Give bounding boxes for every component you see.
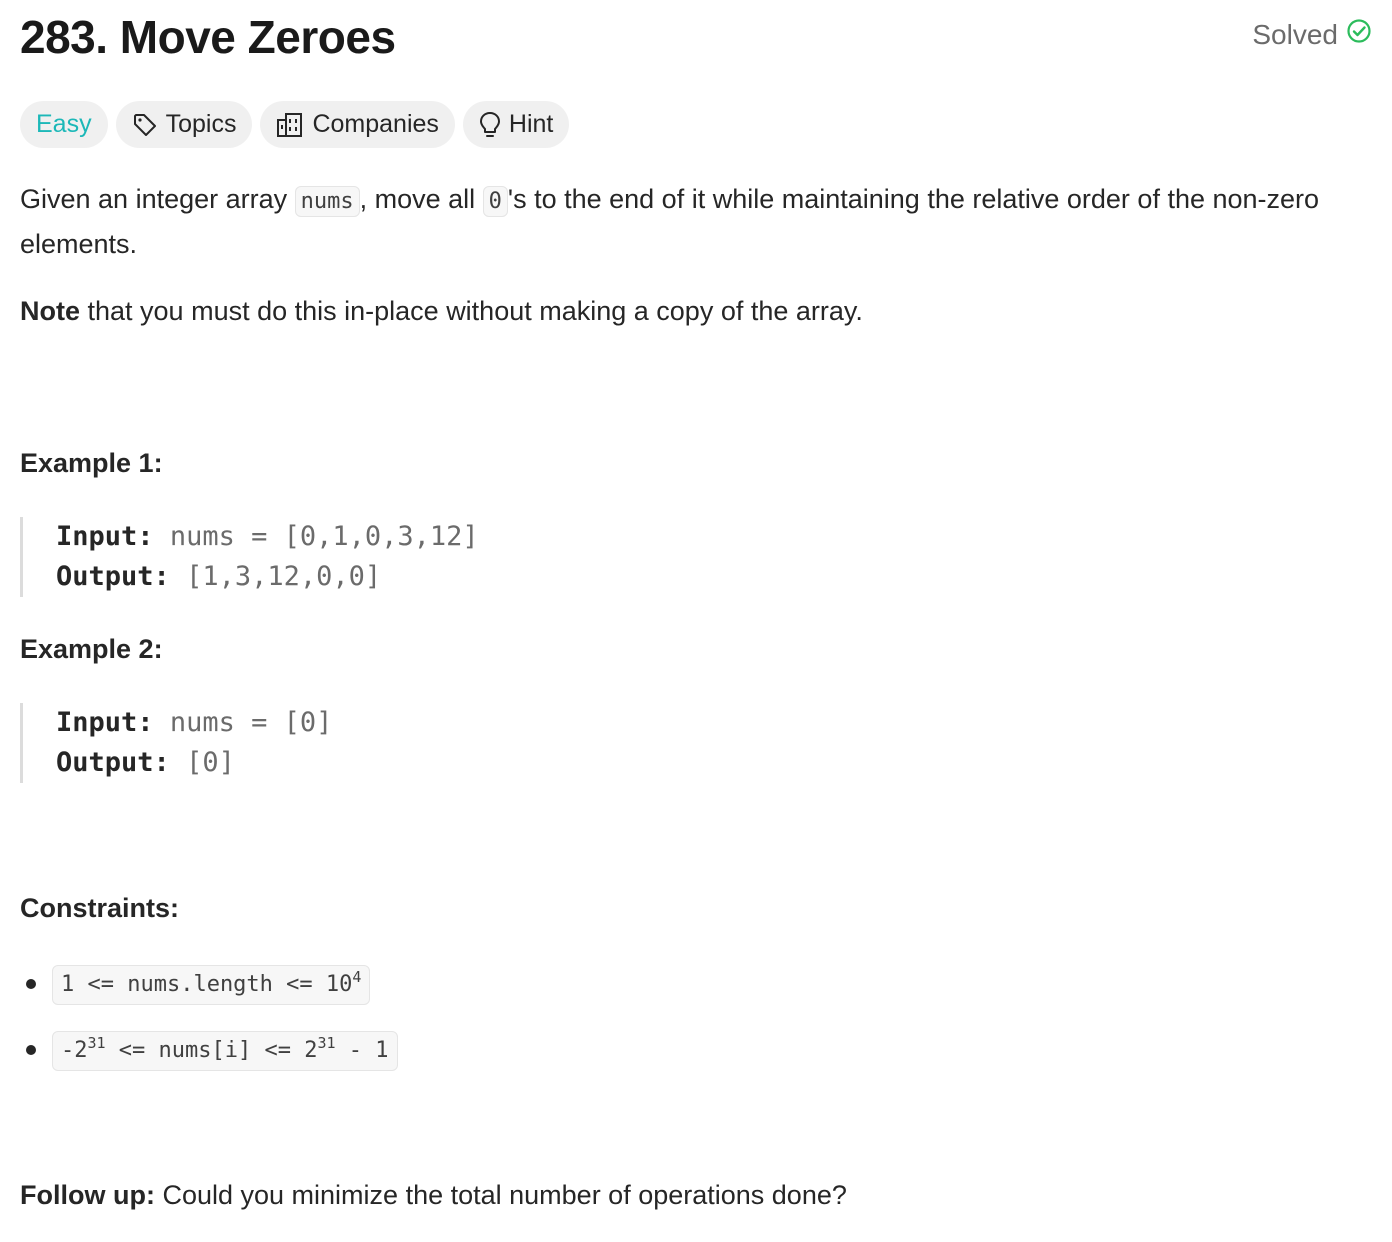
tag-icon <box>132 112 158 138</box>
bullet-icon <box>26 1045 36 1055</box>
input-value: nums = [0,1,0,3,12] <box>169 521 479 552</box>
check-circle-icon <box>1346 18 1372 51</box>
output-label: Output: <box>56 561 170 592</box>
problem-title[interactable]: 283. Move Zeroes <box>20 10 396 64</box>
input-label: Input: <box>56 707 154 738</box>
hint-button[interactable]: Hint <box>462 101 570 148</box>
constraints-heading: Constraints: <box>20 893 180 923</box>
example-2-block: Input: nums = [0] Output: [0] <box>20 703 332 783</box>
difficulty-badge[interactable]: Easy <box>20 101 108 148</box>
building-icon <box>276 112 304 138</box>
hint-label: Hint <box>508 110 554 138</box>
follow-up-text: Could you minimize the total number of o… <box>154 1180 847 1210</box>
input-value: nums = [0] <box>169 707 333 738</box>
title-row: 283. Move Zeroes Solved <box>20 0 1372 80</box>
tag-row: Easy Topics Companies Hint <box>20 101 570 148</box>
constraint-exponent: 31 <box>317 1034 336 1052</box>
bullet-icon <box>26 979 36 989</box>
difficulty-label: Easy <box>36 110 92 138</box>
constraint-text: -2 <box>61 1038 88 1063</box>
problem-statement: Given an integer array nums, move all 0 '… <box>20 178 1372 266</box>
inline-code: nums <box>294 186 360 217</box>
output-value: [0] <box>186 747 235 778</box>
solved-label: Solved <box>1252 18 1338 50</box>
output-value: [1,3,12,0,0] <box>186 561 382 592</box>
statement-text: Given an integer array <box>20 184 295 214</box>
inline-code: 0 <box>482 186 508 217</box>
companies-button[interactable]: Companies <box>260 101 455 148</box>
solved-status: Solved <box>1252 18 1372 51</box>
example-output-line: Output: [1,3,12,0,0] <box>56 557 479 597</box>
lightbulb-icon <box>479 111 501 139</box>
follow-up-paragraph: Follow up: Could you minimize the total … <box>20 1180 847 1211</box>
follow-up-label: Follow up: <box>20 1180 155 1210</box>
problem-description: 283. Move Zeroes Solved Easy Topics Comp… <box>20 0 1372 1210</box>
example-1-block: Input: nums = [0,1,0,3,12] Output: [1,3,… <box>20 517 479 597</box>
note-label: Note <box>20 296 80 326</box>
output-label: Output: <box>56 747 170 778</box>
topics-label: Topics <box>165 110 237 138</box>
companies-label: Companies <box>312 110 439 138</box>
note-paragraph: Note that you must do this in-place with… <box>20 296 863 327</box>
input-label: Input: <box>56 521 154 552</box>
constraint-text: 1 <= nums.length <= 10 <box>61 972 353 997</box>
topics-button[interactable]: Topics <box>115 101 253 148</box>
constraint-exponent: 31 <box>87 1034 106 1052</box>
example-input-line: Input: nums = [0] <box>56 703 332 743</box>
constraint-exponent: 4 <box>352 968 362 986</box>
example-2-heading: Example 2: <box>20 634 163 664</box>
example-1-heading: Example 1: <box>20 448 163 478</box>
constraint-code: 1 <= nums.length <= 104 <box>52 965 371 1005</box>
constraint-code: -231 <= nums[i] <= 231 - 1 <box>52 1031 398 1071</box>
note-text: that you must do this in-place without m… <box>80 296 863 326</box>
example-input-line: Input: nums = [0,1,0,3,12] <box>56 517 479 557</box>
statement-text: , move all <box>359 184 483 214</box>
constraint-text: <= nums[i] <= 2 <box>105 1038 318 1063</box>
example-output-line: Output: [0] <box>56 743 332 783</box>
constraint-text: - 1 <box>335 1038 389 1063</box>
